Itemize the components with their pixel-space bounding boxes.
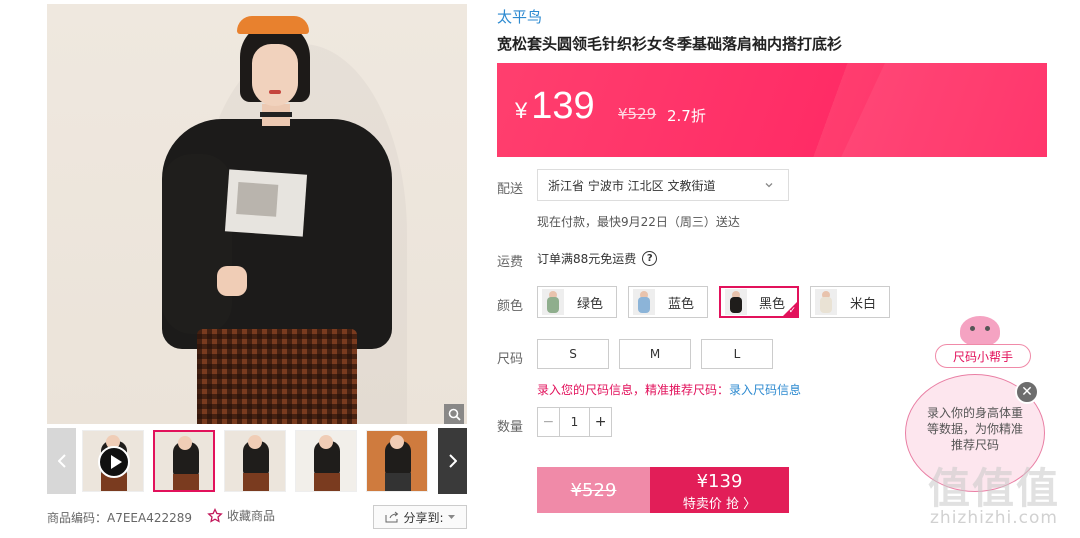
quantity-minus-button[interactable]: − <box>538 408 560 436</box>
mascot-icon <box>960 316 1000 346</box>
price-panel-shine <box>810 63 1047 157</box>
delivery-label: 配送 <box>497 182 524 197</box>
model-lip <box>269 90 281 94</box>
watermark-url: zhizhizhi.com <box>930 508 1058 528</box>
color-option-label: 绿色 <box>576 296 603 312</box>
caret-down-icon <box>447 515 455 519</box>
thumbnail-video[interactable] <box>82 430 144 492</box>
model-hand <box>217 266 247 296</box>
model-arm <box>162 154 232 334</box>
play-icon[interactable] <box>98 446 130 478</box>
close-icon[interactable]: ✕ <box>1015 380 1039 404</box>
favorite-label: 收藏商品 <box>227 509 276 523</box>
address-value: 浙江省 宁波市 江北区 文教街道 <box>548 178 716 193</box>
model-paper <box>224 169 308 237</box>
color-thumb <box>633 289 655 315</box>
thumbnail-image[interactable] <box>153 430 215 492</box>
model-plaid-skirt <box>197 329 357 424</box>
shipping-text: 订单满88元免运费 <box>537 252 637 266</box>
address-selector[interactable]: 浙江省 宁波市 江北区 文教街道 <box>537 169 789 201</box>
buy-price: ¥139 <box>696 471 743 492</box>
color-thumb <box>542 289 564 315</box>
product-meta-row: 商品编码：A7EEA422289 收藏商品 分享到: <box>47 503 467 531</box>
buy-action-label: 特卖价 抢 〉 <box>682 497 757 512</box>
check-icon: ✓ <box>788 306 796 316</box>
chevron-down-icon <box>765 183 773 188</box>
price-panel: ¥139 ¥529 2.7折 <box>497 63 1047 157</box>
watermark-logo: 值值值 <box>928 464 1061 513</box>
help-icon[interactable]: ? <box>642 251 658 266</box>
thumbnail-image[interactable] <box>224 430 286 492</box>
main-product-photo[interactable] <box>47 4 467 424</box>
delivery-eta: 现在付款，最快9月22日（周三）送达 <box>537 215 740 229</box>
color-option-black[interactable]: 黑色 ✓ <box>719 286 799 318</box>
currency-symbol: ¥ <box>515 98 528 123</box>
thumbnail-image[interactable] <box>366 430 428 492</box>
size-label: 尺码 <box>497 352 524 367</box>
quantity-input[interactable]: 1 <box>560 408 590 436</box>
current-price: ¥139 <box>515 85 595 128</box>
share-dropdown[interactable]: 分享到: <box>373 505 467 529</box>
color-option-label: 蓝色 <box>667 296 694 312</box>
color-option-label: 米白 <box>849 296 876 312</box>
shipping-info: 订单满88元免运费 ? <box>537 250 658 267</box>
thumb-next-button[interactable] <box>438 428 467 494</box>
color-option-blue[interactable]: 蓝色 <box>628 286 708 318</box>
shipping-label: 运费 <box>497 255 524 270</box>
favorite-button[interactable]: 收藏商品 <box>207 507 275 524</box>
original-price: ¥529 <box>618 105 657 123</box>
color-option-green[interactable]: 绿色 <box>537 286 617 318</box>
size-tip-link[interactable]: 录入尺码信息 <box>729 383 801 397</box>
chevron-left-icon <box>57 454 66 468</box>
size-option-m[interactable]: M <box>619 339 691 369</box>
size-tip: 录入您的尺码信息，精准推荐尺码：录入尺码信息 <box>537 381 801 398</box>
size-option-l[interactable]: L <box>701 339 773 369</box>
size-helper-button[interactable]: 尺码小帮手 <box>935 344 1031 368</box>
brand-link[interactable]: 太平鸟 <box>497 6 542 27</box>
helper-message: 录入你的身高体重等数据，为你精准推荐尺码 <box>926 406 1023 452</box>
zoom-icon[interactable] <box>444 404 464 424</box>
current-price-value: 139 <box>531 85 595 127</box>
product-title: 宽松套头圆领毛针织衫女冬季基础落肩袖内搭打底衫 <box>497 35 843 53</box>
sku-code: 商品编码：A7EEA422289 <box>47 511 193 525</box>
star-icon <box>207 507 223 523</box>
size-tip-text: 录入您的尺码信息，精准推荐尺码： <box>537 383 730 397</box>
buy-now-button[interactable]: ¥139 特卖价 抢 〉 <box>650 467 789 513</box>
share-icon <box>385 511 399 523</box>
color-thumb <box>725 289 747 315</box>
color-thumb <box>815 289 837 315</box>
original-price-block: ¥529 <box>537 467 650 513</box>
size-option-s[interactable]: S <box>537 339 609 369</box>
discount-badge: 2.7折 <box>667 107 706 125</box>
share-label: 分享到: <box>403 510 444 525</box>
thumbnail-image[interactable] <box>295 430 357 492</box>
quantity-label: 数量 <box>497 420 524 435</box>
quantity-plus-button[interactable]: + <box>589 408 611 436</box>
color-option-offwhite[interactable]: 米白 <box>810 286 890 318</box>
color-label: 颜色 <box>497 299 524 314</box>
thumbnail-strip <box>47 428 467 494</box>
model-choker <box>260 112 292 117</box>
chevron-right-icon <box>448 454 457 468</box>
model-headband <box>237 16 309 34</box>
thumb-prev-button[interactable] <box>47 428 76 494</box>
quantity-stepper: − 1 + <box>537 407 612 437</box>
model-face <box>252 44 298 106</box>
